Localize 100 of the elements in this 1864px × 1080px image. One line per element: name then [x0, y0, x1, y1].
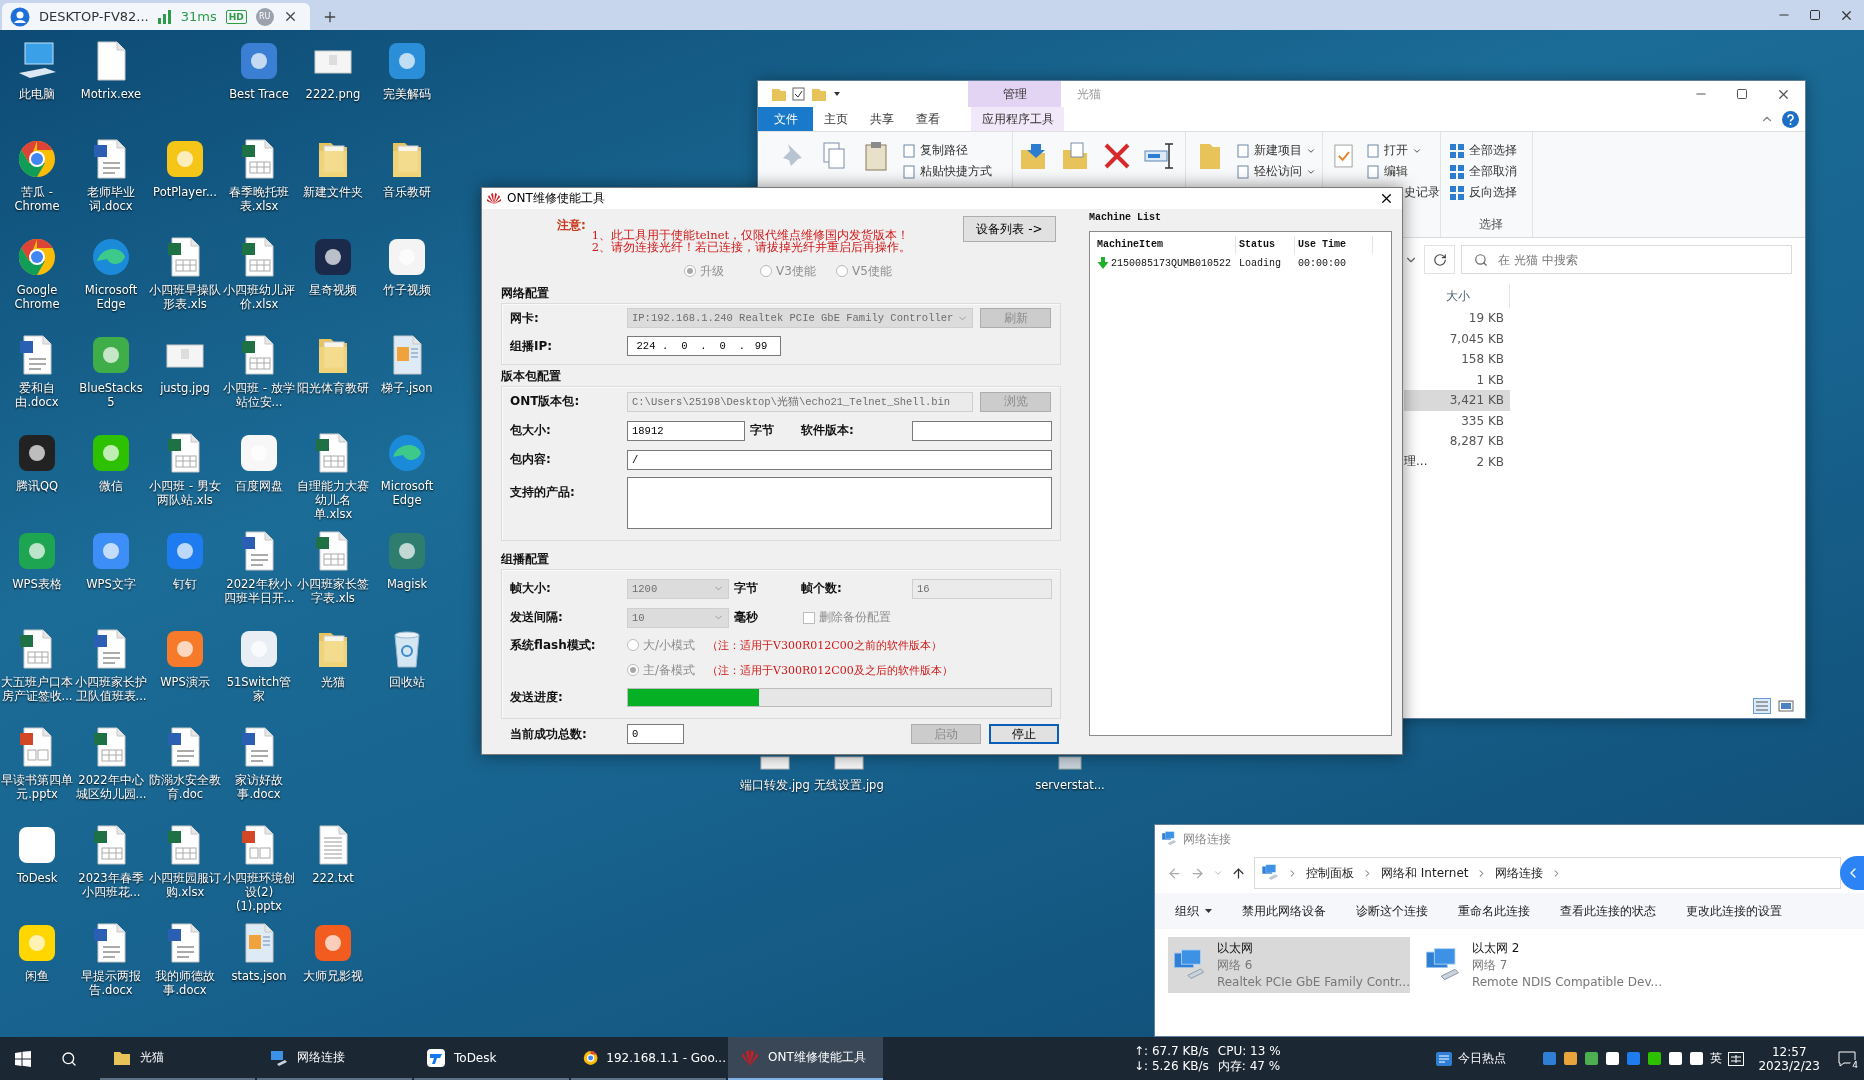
count-field[interactable]: 0 [627, 724, 684, 744]
file-row[interactable]: 理... 2 KB [1404, 451, 1510, 472]
icon-label[interactable]: 小四班 - 放学站位安... [222, 381, 296, 409]
file-row[interactable]: 3,421 KB [1404, 390, 1510, 411]
ribbon-command[interactable]: 反向选择 [1449, 182, 1532, 203]
icon-label[interactable]: PotPlayer... [148, 185, 222, 199]
icon-label[interactable]: BlueStacks 5 [74, 381, 148, 409]
ribbon-command[interactable]: 复制路径 [902, 140, 992, 161]
icon-label[interactable]: 51Switch管家 [222, 675, 296, 703]
clock-time[interactable]: 12:57 [1771, 1044, 1807, 1059]
icon-label[interactable]: 家访好故事.docx [222, 773, 296, 801]
refresh-button[interactable] [1424, 245, 1455, 274]
taskbar-item[interactable]: ToDesk [414, 1037, 569, 1080]
ribbon-command[interactable]: 全部选择 [1449, 140, 1532, 161]
breadcrumb[interactable]: 网络连接 [1495, 864, 1544, 882]
icon-label[interactable]: justg.jpg [148, 381, 222, 395]
up-icon[interactable] [1231, 865, 1246, 881]
ribbon-tab[interactable]: 查看 [905, 107, 951, 131]
maximize-icon[interactable] [1809, 9, 1821, 21]
icon-label[interactable]: 我的师德故事.docx [148, 969, 222, 997]
toolbar-command[interactable]: 更改此连接的设置 [1686, 902, 1782, 920]
search-box[interactable]: 在 光猫 中搜索 [1461, 245, 1792, 274]
tray-app-icon[interactable] [1563, 1051, 1579, 1066]
search-field[interactable]: 在 光猫 中搜索 [1496, 251, 1791, 268]
keyboard-icon[interactable] [1728, 1051, 1745, 1066]
help-icon[interactable] [1782, 110, 1799, 128]
icon-label[interactable]: WPS文字 [74, 577, 148, 591]
icon-label[interactable]: 光猫 [296, 675, 370, 689]
icon-label[interactable]: 自理能力大赛幼儿名单.xlsx [296, 479, 370, 521]
icon-label[interactable]: stats.json [222, 969, 296, 983]
file-icon[interactable] [1058, 756, 1082, 770]
icon-label[interactable]: 春季晚托班表.xlsx [222, 185, 296, 213]
icon-label[interactable]: Motrix.exe [74, 87, 148, 101]
breadcrumb[interactable]: 控制面板 [1306, 864, 1354, 882]
icon-label[interactable]: Google Chrome [0, 283, 74, 311]
ribbon-tab[interactable]: 主页 [813, 107, 859, 131]
toolbar-command[interactable]: 诊断这个连接 [1356, 902, 1428, 920]
icon-label[interactable]: 大五班户口本房产证签收... [0, 675, 74, 703]
dropdown-field[interactable]: 1200 [627, 578, 729, 599]
icon-label[interactable]: 竹子视频 [370, 283, 444, 297]
content-field[interactable]: / [627, 449, 1052, 470]
radio-button[interactable] [627, 664, 639, 676]
close-icon[interactable] [1379, 191, 1394, 206]
icon-label[interactable]: 小四班早操队形表.xls [148, 283, 222, 311]
image-file-icon[interactable] [760, 756, 790, 770]
icon-label[interactable]: WPS表格 [0, 577, 74, 591]
icon-label[interactable]: 微信 [74, 479, 148, 493]
ribbon-command[interactable]: 粘贴快捷方式 [902, 161, 992, 182]
device-list-button[interactable]: 设备列表 -> [963, 216, 1056, 242]
icon-label[interactable]: 早读书第四单元.pptx [0, 773, 74, 801]
file-row[interactable]: 1 KB [1404, 369, 1510, 390]
news-label[interactable]: 今日热点 [1458, 1050, 1507, 1067]
icon-label[interactable]: serverstat... [1035, 778, 1105, 792]
session-tab[interactable]: DESKTOP-FV82... 31ms HD RU [2, 3, 310, 30]
ribbon-tab[interactable]: 文件 [758, 107, 813, 131]
toolbar-command[interactable]: 禁用此网络设备 [1242, 902, 1326, 920]
icon-label[interactable]: Microsoft Edge [370, 479, 444, 507]
column-header[interactable]: Use Time [1295, 236, 1373, 254]
toolbar-command[interactable]: 组织 [1175, 902, 1212, 920]
taskbar-item[interactable]: 192.168.1.1 - Goo... [571, 1037, 726, 1080]
breadcrumb[interactable]: 网络和 Internet [1381, 864, 1469, 882]
icon-label[interactable]: 222.txt [296, 871, 370, 885]
icon-label[interactable]: 小四班家长签字表.xls [296, 577, 370, 605]
rename-icon[interactable] [1143, 140, 1175, 172]
icon-label[interactable]: 2022年秋小四班半日开... [222, 577, 296, 605]
file-row[interactable]: 7,045 KB [1404, 328, 1510, 349]
maximize-icon[interactable] [1736, 88, 1748, 100]
icon-label[interactable]: Microsoft Edge [74, 283, 148, 311]
column-header[interactable]: 大小 [1440, 284, 1510, 308]
clock-date[interactable]: 2023/2/23 [1758, 1058, 1820, 1073]
address-bar[interactable]: 控制面板 网络和 Internet 网络连接 [1254, 857, 1841, 889]
taskbar-item[interactable]: 光猫 [100, 1037, 255, 1080]
icon-label[interactable]: 小四班 - 男女两队站.xls [148, 479, 222, 507]
icon-label[interactable]: 新建文件夹 [296, 185, 370, 199]
ribbon-command[interactable]: 轻松访问 [1236, 161, 1316, 182]
column-header[interactable]: MachineItem [1094, 236, 1236, 254]
ip-address-field[interactable]: 224 . 0 . 0 . 99 [627, 336, 781, 356]
taskbar-item[interactable]: ONT维修使能工具 [728, 1037, 883, 1080]
toolbar-command[interactable]: 重命名此连接 [1458, 902, 1530, 920]
ribbon-tab[interactable]: 应用程序工具 [971, 107, 1064, 131]
column-header[interactable]: Status [1236, 236, 1295, 254]
toolbar-command[interactable]: 查看此连接的状态 [1560, 902, 1656, 920]
icon-label[interactable]: 此电脑 [0, 87, 74, 101]
icon-label[interactable]: WPS演示 [148, 675, 222, 689]
icon-label[interactable]: 音乐教研 [370, 185, 444, 199]
icon-label[interactable]: 无线设置.jpg [814, 778, 884, 793]
icon-label[interactable]: 完美解码 [370, 87, 444, 101]
radio-button[interactable] [627, 639, 639, 651]
connection-tile[interactable]: 以太网 网络 6 Realtek PCIe GbE Family Contr... [1168, 937, 1410, 993]
icon-label[interactable]: 苦瓜 - Chrome [0, 185, 74, 213]
button[interactable]: 停止 [989, 724, 1059, 744]
file-row[interactable]: 335 KB [1404, 410, 1510, 431]
icon-label[interactable]: 爱和自由.docx [0, 381, 74, 409]
icon-label[interactable]: 腾讯QQ [0, 479, 74, 493]
tray-app-icon[interactable] [1689, 1051, 1705, 1066]
icon-label[interactable]: 小四班园服订购.xlsx [148, 871, 222, 899]
image-file-icon[interactable] [834, 756, 864, 770]
version-field[interactable] [912, 420, 1052, 441]
icon-label[interactable]: 阳光体育教研 [296, 381, 370, 395]
icon-label[interactable]: 防溺水安全教育.doc [148, 773, 222, 801]
